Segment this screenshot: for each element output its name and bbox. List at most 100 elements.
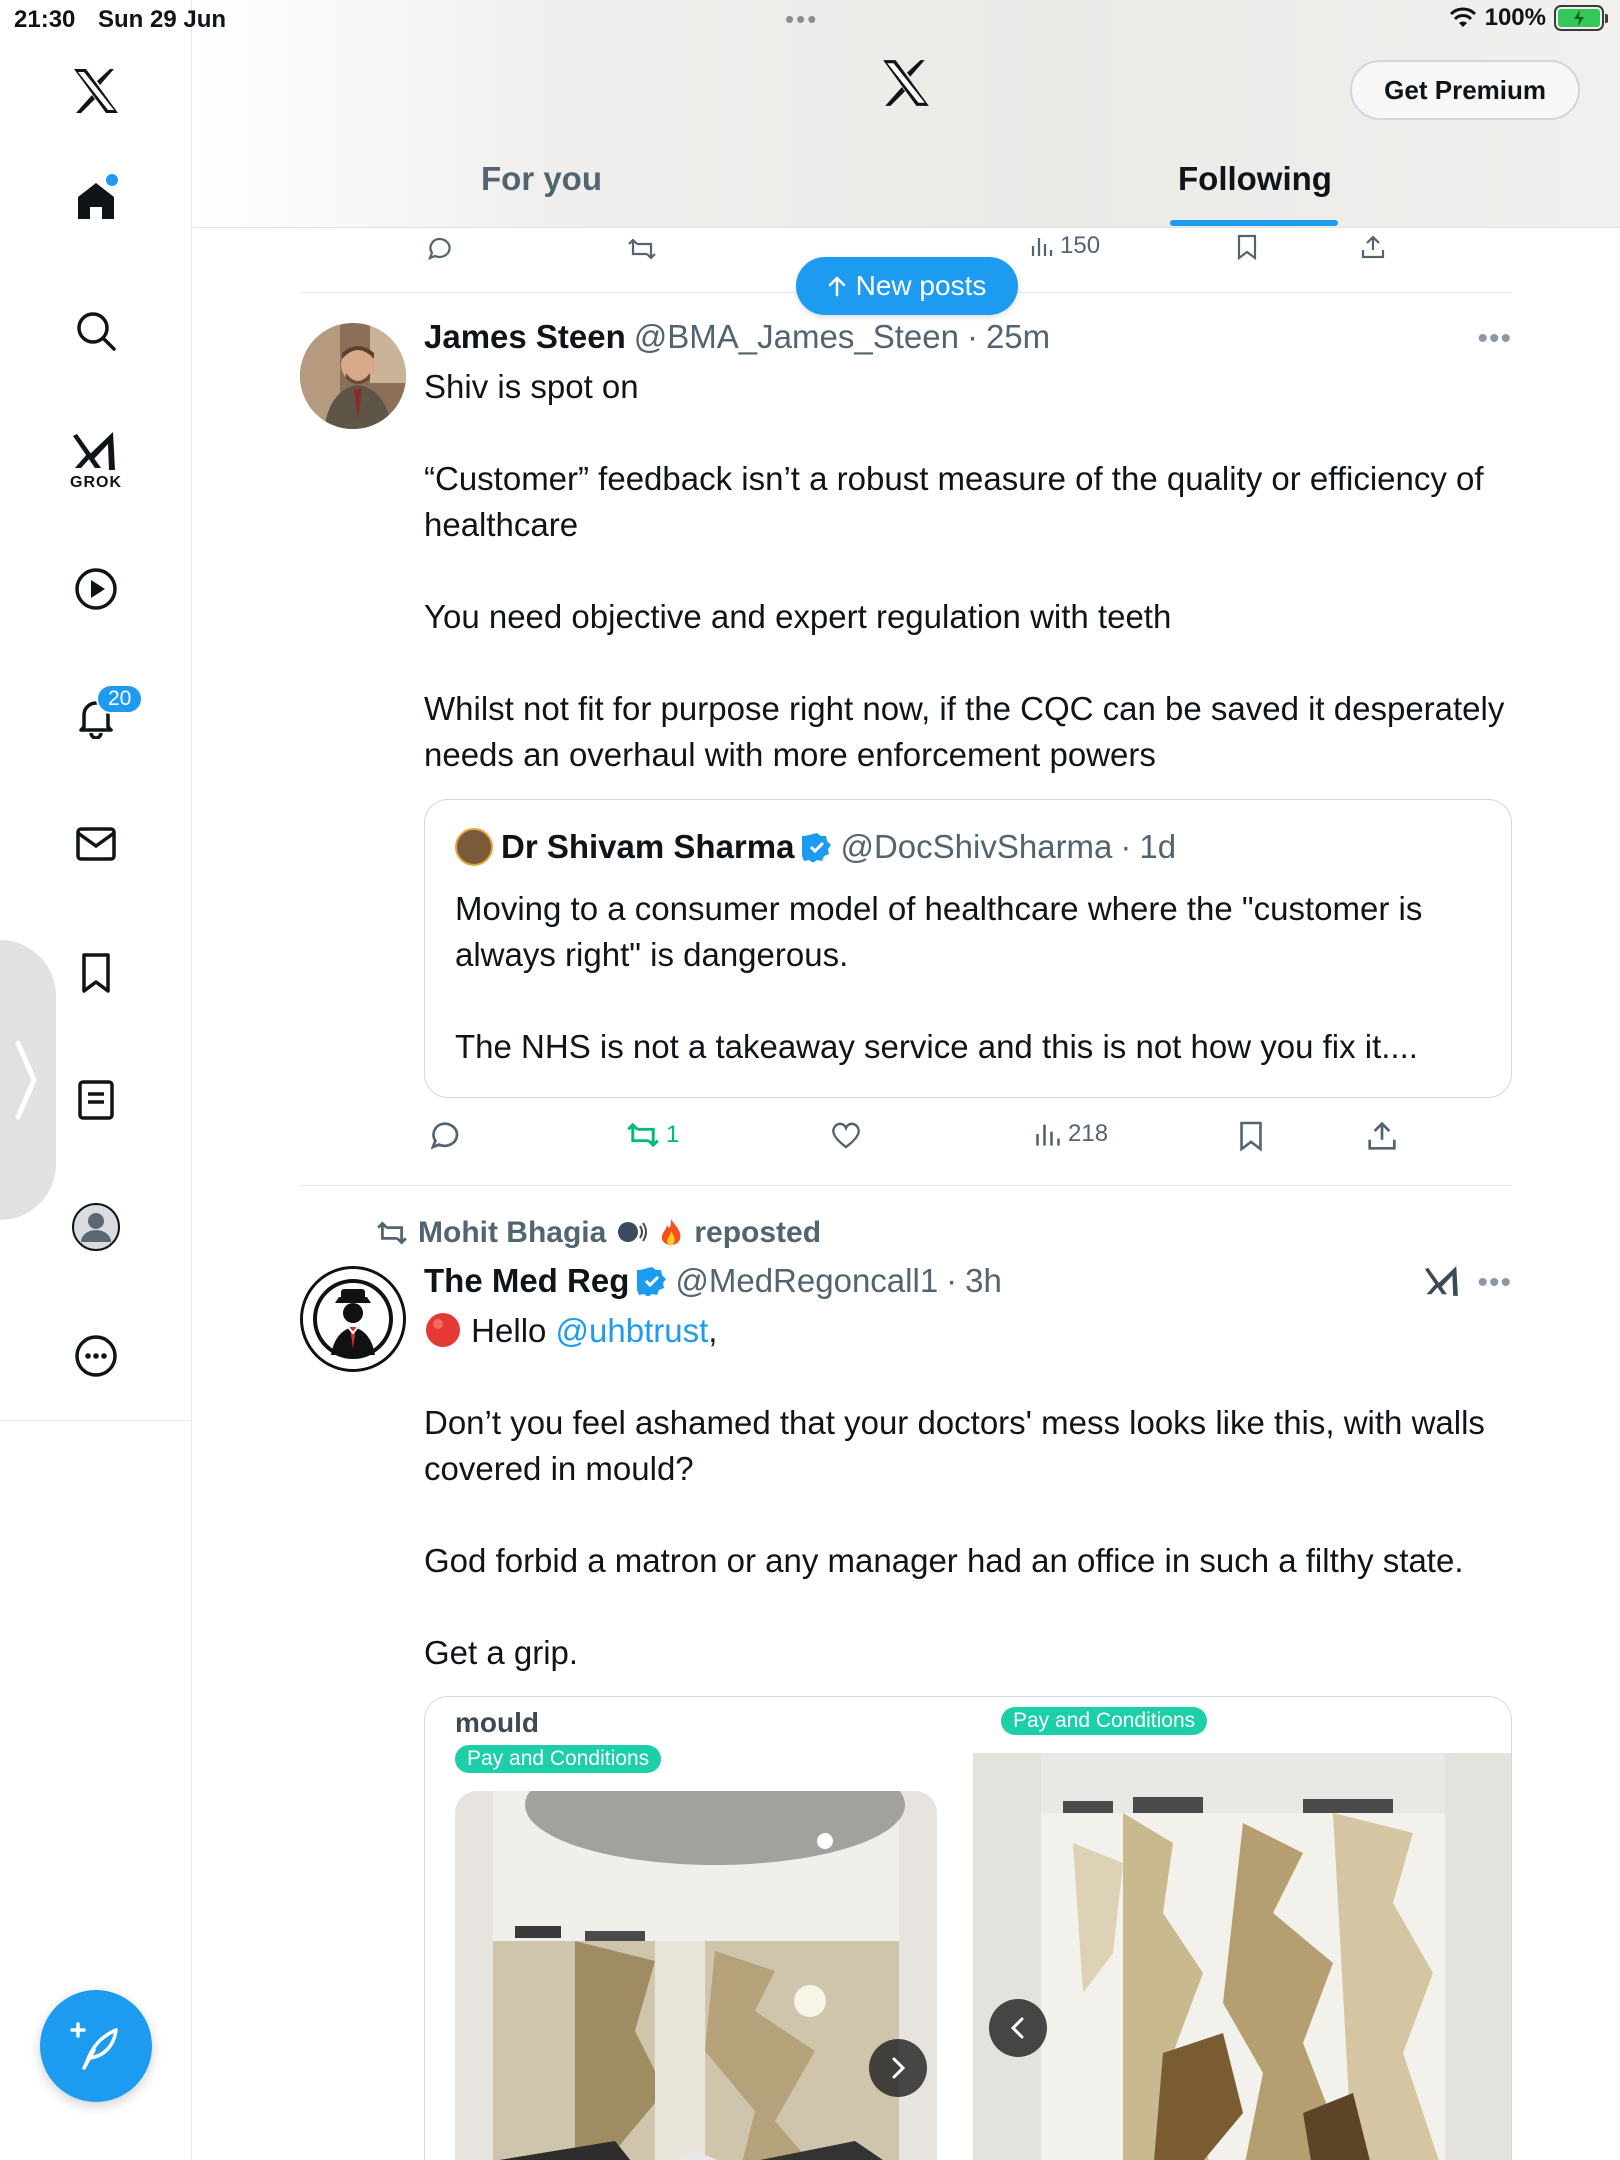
sidebar-item-profile[interactable] [55,1186,137,1268]
compose-button[interactable] [40,1990,152,2102]
views-icon [1031,238,1053,256]
quote-handle: @DocShivSharma [840,828,1113,865]
mould-photo[interactable] [455,1791,937,2160]
carousel-next-button[interactable] [869,2039,927,2097]
grok-explain-icon[interactable] [1425,1264,1461,1303]
views-count: 218 [1068,1120,1109,1147]
sidebar-item-videos[interactable] [55,548,137,630]
author-handle[interactable]: @BMA_James_Steen [634,318,959,356]
sidebar-item-bookmarks[interactable] [55,932,137,1014]
views-count: 150 [1060,232,1101,259]
tweet-time[interactable]: 3h [965,1262,1002,1300]
reply-button[interactable] [428,1120,460,1152]
views-button[interactable]: 150 [1030,232,1100,260]
bookmark-button[interactable] [1238,1120,1264,1152]
play-icon [75,568,117,610]
compose-icon [70,2022,118,2070]
sidebar-edge-handle[interactable] [0,940,56,1220]
share-icon [1361,235,1385,259]
bookmark-button[interactable] [1236,234,1258,260]
tweet-actions: 1 218 [0,1116,1620,1160]
get-premium-button[interactable]: Get Premium [1350,60,1580,120]
separator-dot: · [966,318,978,355]
quote-avatar [455,828,493,866]
red-circle-icon [426,1313,460,1347]
sidebar-item-home[interactable] [55,160,137,242]
battery-percent: 100% [1484,4,1546,31]
status-right: 100% [1449,4,1608,32]
carousel-prev-button[interactable] [989,1999,1047,2057]
arrow-up-icon [828,276,845,297]
tweet-paragraph: Get a grip. [424,1634,579,1671]
repost-context[interactable]: Mohit Bhagia reposted [376,1216,821,1250]
tweet-paragraph: Don’t you feel ashamed that your doctors… [424,1404,1485,1487]
sidebar-item-more[interactable] [55,1315,137,1397]
chevron-right-icon [892,2057,906,2079]
tweet-header: The Med Reg @MedRegoncall1 · 3h [424,1262,1002,1300]
mention-link[interactable]: @uhbtrust [556,1312,709,1349]
grok-label: GROK [70,474,122,491]
reply-icon [428,237,451,260]
greeting: Hello [471,1312,547,1349]
media-carousel[interactable]: mould Pay and Conditions Pay and Conditi… [424,1696,1512,2160]
tweet-body: Hello @uhbtrust, Don’t you feel ashamed … [424,1308,1514,1676]
new-posts-button[interactable]: New posts [796,257,1018,315]
sidebar-item-messages[interactable] [55,803,137,885]
views-button[interactable]: 218 [1034,1120,1108,1148]
sidebar-item-lists[interactable] [55,1059,137,1141]
sidebar-item-grok[interactable]: GROK [55,420,137,502]
author-handle[interactable]: @MedRegoncall1 [675,1262,938,1300]
wifi-icon [1449,7,1476,27]
battery-icon [1554,5,1608,31]
tag-pill: Pay and Conditions [455,1745,662,1773]
media-slide-left[interactable]: mould Pay and Conditions [425,1697,965,2160]
quote-paragraph: Moving to a consumer model of healthcare… [455,890,1423,973]
home-unread-dot [106,174,118,186]
author-name[interactable]: The Med Reg [424,1262,629,1300]
heart-icon [832,1122,860,1149]
quote-paragraph: The NHS is not a takeaway service and th… [455,1028,1418,1065]
active-tab-indicator [1170,220,1338,226]
chevron-right-icon [15,1040,37,1120]
repost-icon [377,1221,407,1245]
more-options-icon[interactable]: ••• [1477,1266,1512,1300]
status-bar: 21:30 Sun 29 Jun ••• 100% [0,0,1620,40]
quoted-tweet[interactable]: Dr Shivam Sharma @DocShivSharma · 1d Mov… [424,799,1512,1098]
x-logo-icon[interactable] [55,50,137,132]
views-icon [1036,1124,1060,1146]
status-time: 21:30 [14,6,76,33]
multitasking-dots-icon[interactable]: ••• [785,4,818,35]
avatar[interactable] [300,1266,406,1372]
more-options-icon[interactable]: ••• [1477,322,1512,356]
repost-button[interactable]: 1 [626,1120,679,1150]
repost-count: 1 [666,1121,680,1148]
tab-following[interactable]: Following [1178,160,1332,198]
media-slide-right[interactable]: Pay and Conditions [973,1697,1511,2160]
mail-icon [76,827,116,861]
tweet-body: Shiv is spot on “Customer” feedback isn’… [424,364,1514,778]
search-icon [77,312,116,351]
sidebar-divider [0,1420,192,1421]
reply-button[interactable] [426,236,452,262]
quote-header: Dr Shivam Sharma @DocShivSharma · 1d [455,828,1176,866]
share-button[interactable] [1366,1120,1398,1152]
mould-photo[interactable] [973,1753,1511,2160]
verified-badge-icon [637,1266,667,1296]
tab-for-you[interactable]: For you [481,160,602,198]
author-name[interactable]: James Steen [424,318,626,356]
new-posts-label: New posts [855,270,987,301]
x-logo-header-icon[interactable] [879,58,933,113]
reposter-name: Mohit Bhagia [418,1216,607,1249]
share-button[interactable] [1360,234,1386,260]
bookmark-icon [1237,234,1257,260]
reposted-label: reposted [694,1216,822,1249]
reply-icon [430,1122,459,1150]
repost-button[interactable] [627,236,657,262]
sidebar-item-explore[interactable] [55,290,137,372]
avatar[interactable] [300,323,406,429]
speaking-head-icon [618,1222,648,1242]
bookmark-icon [1240,1121,1262,1152]
tweet-time[interactable]: 25m [986,318,1050,356]
repost-icon [627,1122,659,1148]
like-button[interactable] [830,1120,862,1150]
